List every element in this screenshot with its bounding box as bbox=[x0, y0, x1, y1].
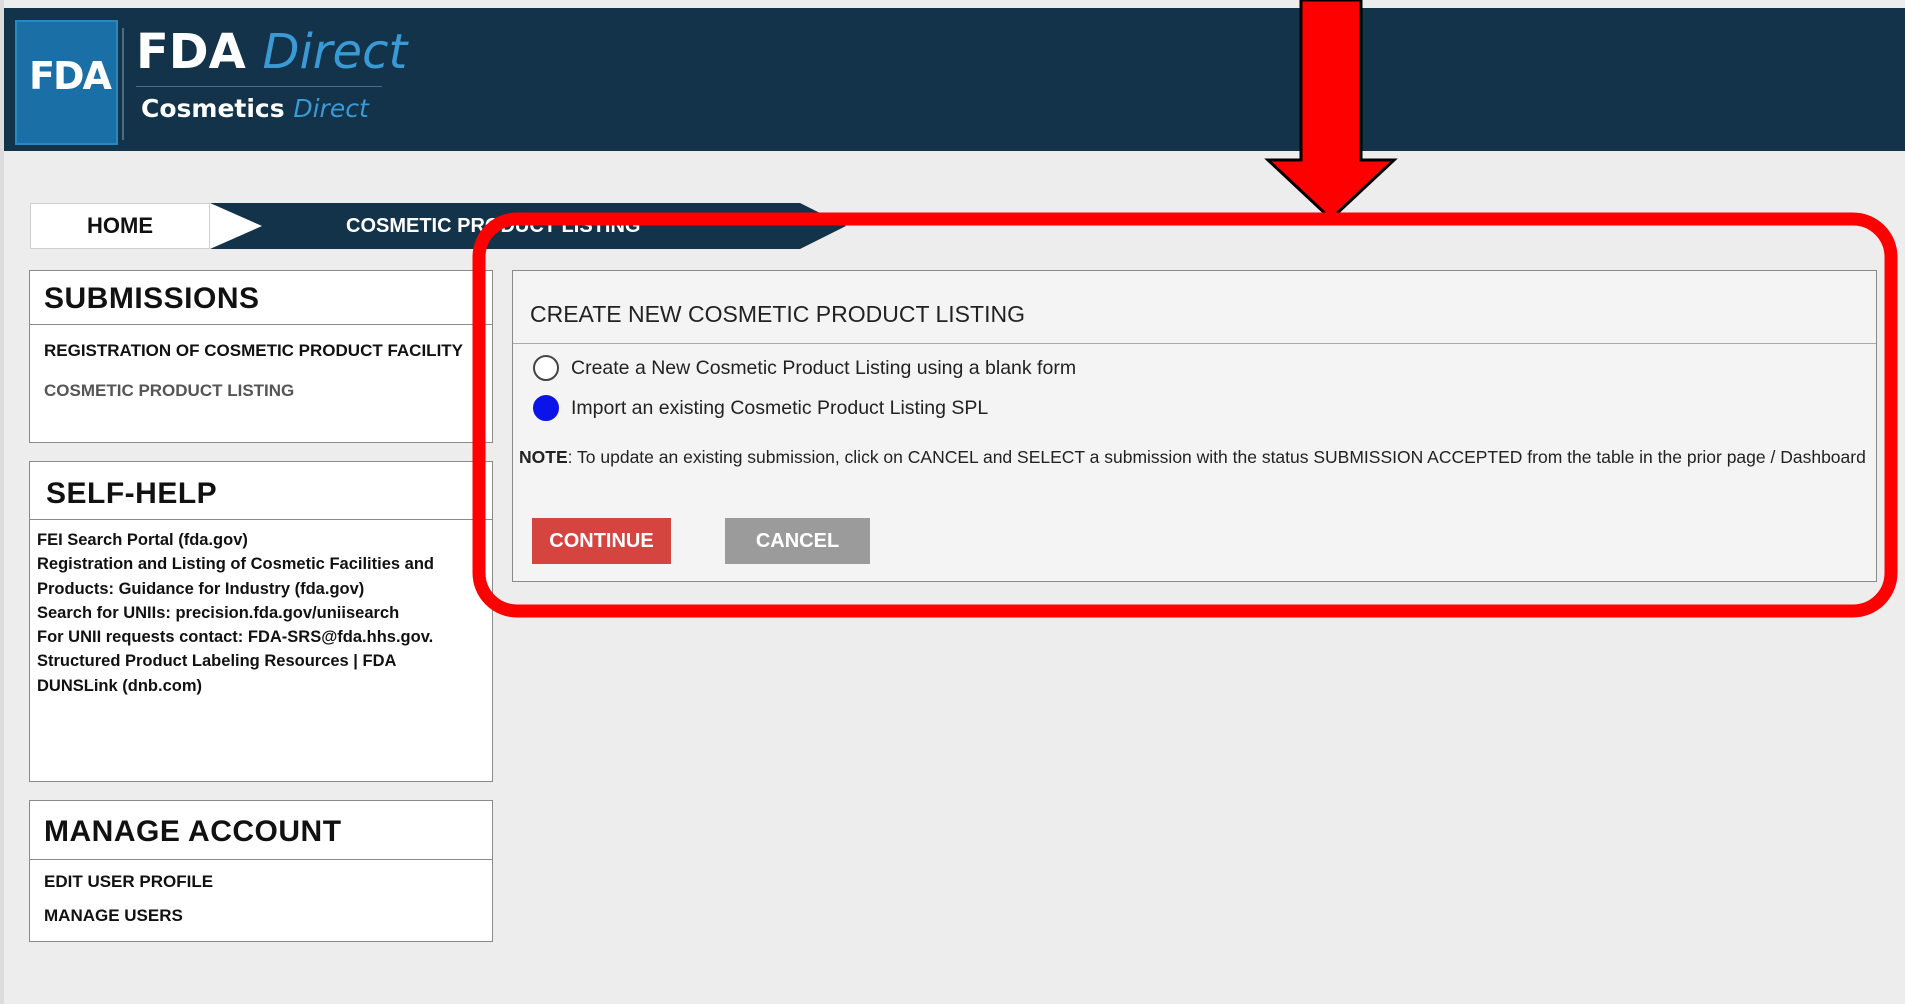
brand-title: FDA Direct bbox=[136, 24, 407, 80]
help-link-dunslink[interactable]: DUNSLink (dnb.com) bbox=[37, 674, 492, 698]
self-help-links: FEI Search Portal (fda.gov) Registration… bbox=[30, 520, 492, 698]
sidebar-item-facility-registration[interactable]: REGISTRATION OF COSMETIC PRODUCT FACILIT… bbox=[30, 341, 492, 361]
help-link-fei-search[interactable]: FEI Search Portal (fda.gov) bbox=[37, 528, 492, 552]
option-import-spl-label: Import an existing Cosmetic Product List… bbox=[571, 396, 989, 419]
manage-account-title: MANAGE ACCOUNT bbox=[30, 801, 492, 860]
help-link-spl-resources[interactable]: Structured Product Labeling Resources | … bbox=[37, 649, 492, 673]
breadcrumb-home[interactable]: HOME bbox=[30, 203, 210, 249]
brand-divider bbox=[136, 86, 382, 87]
continue-button[interactable]: CONTINUE bbox=[532, 518, 671, 564]
submissions-title: SUBMISSIONS bbox=[30, 271, 492, 325]
help-link-unii-contact[interactable]: For UNII requests contact: FDA-SRS@fda.h… bbox=[37, 625, 492, 649]
self-help-title: SELF-HELP bbox=[30, 462, 492, 520]
submissions-panel: SUBMISSIONS REGISTRATION OF COSMETIC PRO… bbox=[29, 270, 493, 443]
cancel-button[interactable]: CANCEL bbox=[725, 518, 870, 564]
note-text: NOTE: To update an existing submission, … bbox=[519, 447, 1866, 468]
fda-logo-badge[interactable]: FDA bbox=[15, 20, 118, 145]
radio-import-spl[interactable] bbox=[533, 395, 559, 421]
product-main: Cosmetics bbox=[141, 94, 285, 123]
manage-account-panel: MANAGE ACCOUNT EDIT USER PROFILE MANAGE … bbox=[29, 800, 493, 942]
brand-accent: Direct bbox=[262, 24, 408, 80]
product-title: Cosmetics Direct bbox=[141, 94, 369, 123]
help-link-guidance-line1[interactable]: Registration and Listing of Cosmetic Fac… bbox=[37, 552, 492, 576]
site-header: FDA FDA Direct Cosmetics Direct bbox=[4, 8, 1905, 151]
logo-separator bbox=[122, 28, 124, 140]
breadcrumb-current[interactable]: COSMETIC PRODUCT LISTING bbox=[346, 203, 640, 249]
brand-main: FDA bbox=[136, 24, 246, 80]
fda-logo-text: FDA bbox=[29, 54, 112, 98]
self-help-panel: SELF-HELP FEI Search Portal (fda.gov) Re… bbox=[29, 461, 493, 782]
note-label: NOTE bbox=[519, 447, 568, 467]
sidebar-item-product-listing[interactable]: COSMETIC PRODUCT LISTING bbox=[30, 381, 492, 401]
option-import-spl[interactable]: Import an existing Cosmetic Product List… bbox=[533, 395, 988, 421]
sidebar-item-edit-profile[interactable]: EDIT USER PROFILE bbox=[30, 872, 492, 892]
help-link-guidance-line2[interactable]: Products: Guidance for Industry (fda.gov… bbox=[37, 577, 492, 601]
create-listing-card: CREATE NEW COSMETIC PRODUCT LISTING Crea… bbox=[512, 270, 1877, 582]
radio-blank-form[interactable] bbox=[533, 355, 559, 381]
note-body: : To update an existing submission, clic… bbox=[567, 447, 1866, 467]
option-blank-form[interactable]: Create a New Cosmetic Product Listing us… bbox=[533, 355, 1076, 381]
product-accent: Direct bbox=[293, 94, 369, 123]
option-blank-form-label: Create a New Cosmetic Product Listing us… bbox=[571, 356, 1077, 379]
sidebar-item-manage-users[interactable]: MANAGE USERS bbox=[30, 906, 492, 926]
help-link-unii-search[interactable]: Search for UNIIs: precision.fda.gov/unii… bbox=[37, 601, 492, 625]
card-title: CREATE NEW COSMETIC PRODUCT LISTING bbox=[513, 271, 1876, 344]
